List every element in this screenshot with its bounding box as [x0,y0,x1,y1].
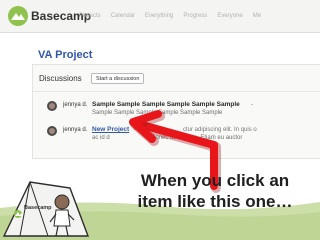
caption: When you click an item like this one… [112,170,318,212]
discussions-heading: Discussions [39,74,82,83]
nav-me[interactable]: Me [253,13,261,19]
top-navigation-bar: Basecamp Projects Calendar Everything Pr… [0,0,320,33]
discussion-author: jennya d. [63,102,88,108]
project-title[interactable]: VA Project [38,49,92,61]
discussion-excerpt: Sample Sample Sample Sample Sample Sampl… [92,110,223,116]
tent-label: Basecamp [24,205,52,211]
nav-progress[interactable]: Progress [183,13,207,19]
discussion-separator: - L [134,126,142,133]
discussion-excerpt-start: ac id d [92,135,110,141]
nav-calendar[interactable]: Calendar [111,13,135,19]
discussion-excerpt: ctur adipiscing elit. In quis o [183,127,257,133]
nav-everything[interactable]: Everything [145,13,173,19]
discussion-subject[interactable]: Sample Sample Sample Sample Sample Sampl… [92,101,240,108]
main-nav: Projects Calendar Everything Progress Ev… [79,13,261,19]
caption-line-2: item like this one… [137,192,293,211]
start-discussion-button[interactable]: Start a discussion [91,73,145,84]
discussions-panel: Discussions Start a discussion jennya d.… [32,64,320,159]
discussion-excerpt-line2: Donec tur at eros. Etiam eu auctor [151,135,243,141]
basecamp-logo-icon[interactable] [8,6,28,26]
discussion-row[interactable]: jennya d. New Project - L ctur adipiscin… [33,123,320,149]
discussion-author: jennya d. [63,127,88,133]
nav-everyone[interactable]: Everyone [217,13,242,19]
discussion-separator: - [251,101,254,108]
nav-projects[interactable]: Projects [79,13,101,19]
user-avatar-icon [47,126,57,136]
caption-line-1: When you click an [140,171,290,190]
new-project-link[interactable]: New Project [92,126,129,133]
discussion-row[interactable]: jennya d. Sample Sample Sample Sample Sa… [33,98,320,124]
panel-divider [33,91,320,92]
user-avatar-icon [47,101,57,111]
